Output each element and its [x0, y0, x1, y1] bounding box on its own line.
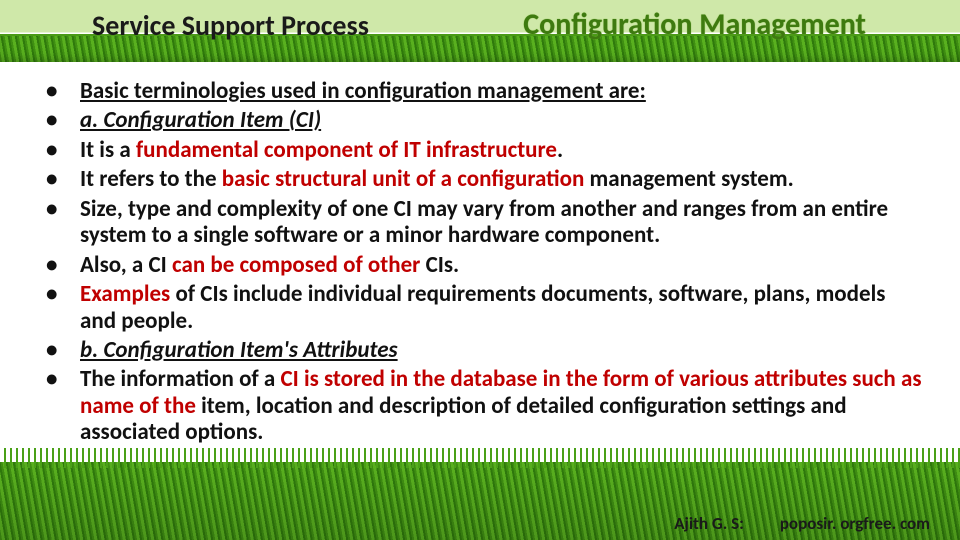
- bullet-list: Basic terminologies used in configuratio…: [34, 78, 926, 446]
- header-right-title: Configuration Management: [523, 4, 934, 43]
- list-item: a. Configuration Item (CI): [34, 107, 926, 133]
- slide: Service Support Process Configuration Ma…: [0, 0, 960, 540]
- bullet-text-a: It refers to the: [80, 165, 222, 193]
- bullet-text-red: Examples: [80, 280, 175, 308]
- bullet-text-red: fundamental component of IT infrastructu…: [136, 136, 557, 164]
- bullet-text-a: Also, a CI: [80, 251, 172, 279]
- list-item: It is a fundamental component of IT infr…: [34, 137, 926, 163]
- bullet-text: a. Configuration Item (CI): [80, 106, 321, 134]
- bullet-text-red: basic structural unit of a configuration: [222, 165, 590, 193]
- bullet-text-c: CIs.: [426, 251, 460, 279]
- footer: Ajith G. S: poposir. orgfree. com: [674, 513, 930, 534]
- bullet-text-a: It is a: [80, 136, 136, 164]
- bullet-text-red: can be composed of other: [172, 251, 426, 279]
- header-left-title: Service Support Process: [26, 4, 523, 43]
- header-bar: Service Support Process Configuration Ma…: [0, 0, 960, 62]
- list-item: It refers to the basic structural unit o…: [34, 166, 926, 192]
- list-item: The information of a CI is stored in the…: [34, 366, 926, 445]
- content-area: Basic terminologies used in configuratio…: [34, 78, 926, 450]
- bullet-text: Basic terminologies used in configuratio…: [80, 77, 646, 105]
- footer-author: Ajith G. S:: [674, 513, 744, 534]
- footer-site: poposir. orgfree. com: [780, 513, 930, 534]
- list-item: Basic terminologies used in configuratio…: [34, 78, 926, 104]
- list-item: Size, type and complexity of one CI may …: [34, 196, 926, 249]
- bullet-text: b. Configuration Item's Attributes: [80, 336, 398, 364]
- bullet-text-a: The information of a: [80, 365, 280, 393]
- list-item: Examples of CIs include individual requi…: [34, 281, 926, 334]
- bullet-text-c: management system.: [590, 165, 794, 193]
- bullet-text-c: of CIs include individual requirements d…: [80, 280, 885, 334]
- bullet-text: Size, type and complexity of one CI may …: [80, 195, 888, 249]
- list-item: b. Configuration Item's Attributes: [34, 337, 926, 363]
- list-item: Also, a CI can be composed of other CIs.: [34, 252, 926, 278]
- bullet-text-c: .: [557, 136, 563, 164]
